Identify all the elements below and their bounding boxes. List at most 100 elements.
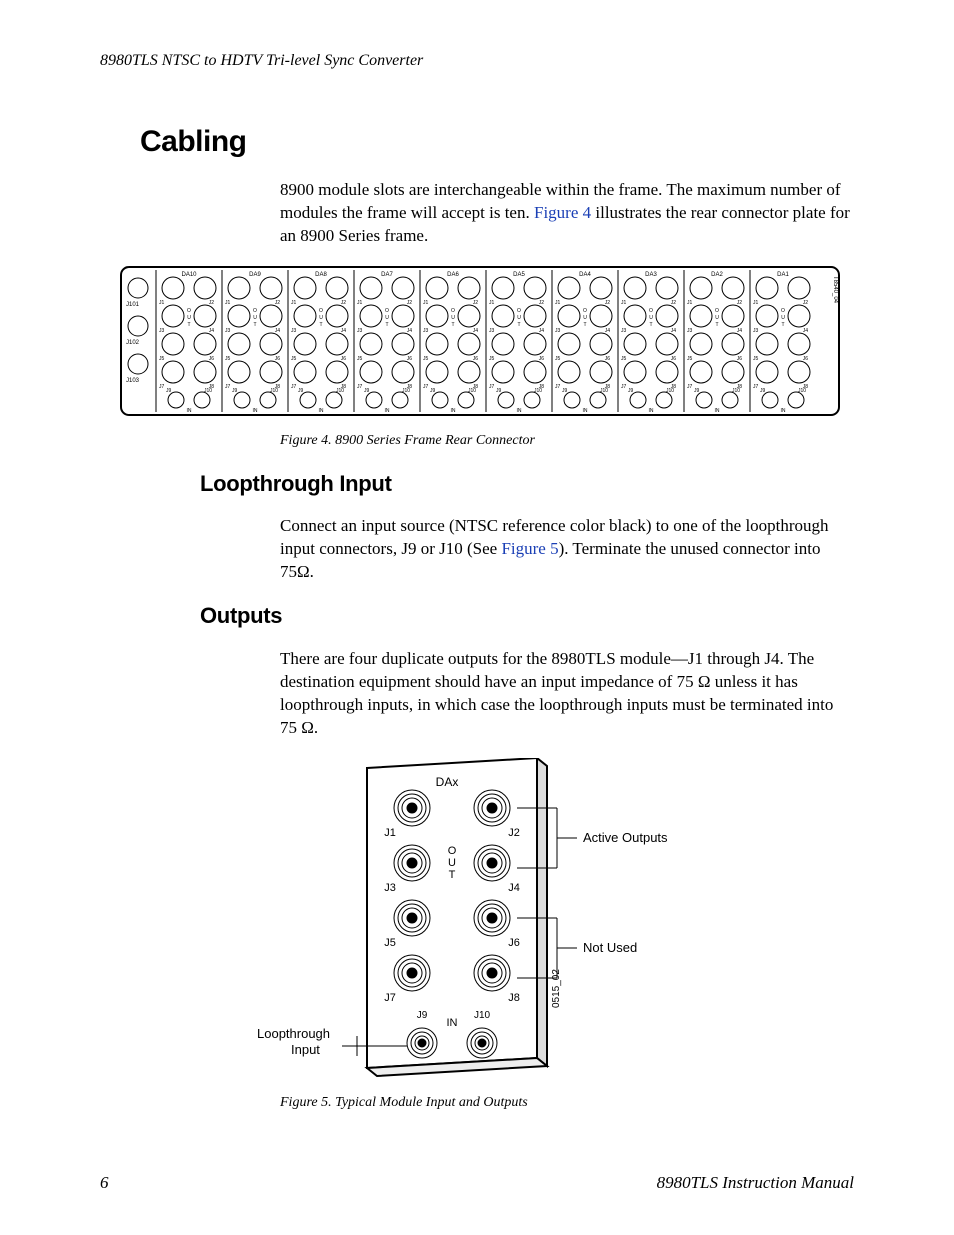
- svg-text:DA1: DA1: [777, 272, 789, 278]
- svg-text:J1: J1: [753, 300, 759, 306]
- svg-text:J9: J9: [298, 388, 304, 394]
- svg-text:U: U: [253, 315, 257, 321]
- svg-text:J2: J2: [209, 300, 215, 306]
- heading-outputs: Outputs: [200, 601, 854, 631]
- svg-text:Not Used: Not Used: [583, 940, 637, 955]
- svg-text:O: O: [187, 308, 191, 314]
- svg-text:IN: IN: [649, 408, 654, 414]
- svg-text:J10: J10: [534, 388, 542, 394]
- svg-text:DA4: DA4: [579, 272, 591, 278]
- svg-text:J3: J3: [225, 328, 231, 334]
- svg-text:U: U: [187, 315, 191, 321]
- svg-text:J9: J9: [364, 388, 370, 394]
- svg-text:Loopthrough Input: Loopthrough Input: [257, 1026, 334, 1057]
- svg-text:J3: J3: [555, 328, 561, 334]
- svg-text:J9: J9: [760, 388, 766, 394]
- svg-text:J9: J9: [496, 388, 502, 394]
- para-loopthrough: Connect an input source (NTSC reference …: [280, 515, 854, 584]
- svg-text:J9: J9: [562, 388, 568, 394]
- svg-text:J9: J9: [232, 388, 238, 394]
- svg-text:J7: J7: [384, 992, 396, 1004]
- svg-text:J2: J2: [605, 300, 611, 306]
- svg-text:J4: J4: [275, 328, 281, 334]
- svg-text:J7: J7: [753, 384, 759, 390]
- svg-text:U: U: [319, 315, 323, 321]
- svg-text:J5: J5: [753, 356, 759, 362]
- svg-text:J10: J10: [798, 388, 806, 394]
- svg-text:J5: J5: [384, 937, 396, 949]
- heading-loopthrough: Loopthrough Input: [200, 469, 854, 499]
- svg-text:U: U: [649, 315, 653, 321]
- figure5-caption: Figure 5. Typical Module Input and Outpu…: [280, 1094, 854, 1113]
- svg-text:J10: J10: [666, 388, 674, 394]
- svg-text:J101: J101: [126, 302, 140, 308]
- running-head: 8980TLS NTSC to HDTV Tri-level Sync Conv…: [100, 50, 854, 72]
- svg-text:J7: J7: [291, 384, 297, 390]
- svg-text:J5: J5: [159, 356, 165, 362]
- fig5-sidecode: 0515_02: [551, 968, 562, 1007]
- svg-text:J1: J1: [555, 300, 561, 306]
- svg-text:J10: J10: [468, 388, 476, 394]
- link-figure4[interactable]: Figure 4: [534, 203, 591, 222]
- svg-text:DA8: DA8: [315, 272, 327, 278]
- svg-text:J1: J1: [159, 300, 165, 306]
- svg-text:J6: J6: [209, 356, 215, 362]
- svg-text:J2: J2: [803, 300, 809, 306]
- svg-text:O: O: [517, 308, 521, 314]
- svg-text:J7: J7: [621, 384, 627, 390]
- svg-text:IN: IN: [517, 408, 522, 414]
- figure4: T8540_04 J101 J102 J103 DA10J1J2J3J4OUTJ…: [120, 266, 854, 426]
- svg-text:DA6: DA6: [447, 272, 459, 278]
- svg-text:J6: J6: [508, 937, 520, 949]
- svg-text:J3: J3: [357, 328, 363, 334]
- svg-text:IN: IN: [319, 408, 324, 414]
- svg-text:J4: J4: [209, 328, 215, 334]
- svg-text:U: U: [385, 315, 389, 321]
- figure5: DAx J1J2J3J4J5J6J7J8J9J10 O U T IN Activ…: [100, 758, 854, 1088]
- svg-text:J6: J6: [803, 356, 809, 362]
- svg-text:J5: J5: [225, 356, 231, 362]
- svg-text:U: U: [781, 315, 785, 321]
- svg-text:J4: J4: [407, 328, 413, 334]
- svg-text:IN: IN: [385, 408, 390, 414]
- svg-text:DA9: DA9: [249, 272, 261, 278]
- svg-text:J10: J10: [474, 1010, 491, 1021]
- svg-text:J7: J7: [423, 384, 429, 390]
- svg-text:IN: IN: [447, 1017, 458, 1029]
- link-figure5[interactable]: Figure 5: [501, 539, 558, 558]
- svg-text:J5: J5: [621, 356, 627, 362]
- svg-text:J10: J10: [732, 388, 740, 394]
- svg-text:J1: J1: [621, 300, 627, 306]
- svg-text:U: U: [448, 857, 456, 869]
- figure5-svg: DAx J1J2J3J4J5J6J7J8J9J10 O U T IN Activ…: [247, 758, 707, 1088]
- svg-text:J7: J7: [357, 384, 363, 390]
- svg-text:J1: J1: [423, 300, 429, 306]
- page: 8980TLS NTSC to HDTV Tri-level Sync Conv…: [0, 0, 954, 1235]
- svg-text:J6: J6: [539, 356, 545, 362]
- svg-text:T: T: [385, 322, 388, 328]
- figure4-svg: T8540_04 J101 J102 J103 DA10J1J2J3J4OUTJ…: [120, 266, 840, 426]
- svg-text:T: T: [187, 322, 190, 328]
- para-outputs: There are four duplicate outputs for the…: [280, 648, 854, 740]
- para-cabling: 8900 module slots are interchangeable wi…: [280, 179, 854, 248]
- svg-text:J3: J3: [423, 328, 429, 334]
- svg-text:J2: J2: [508, 827, 520, 839]
- svg-text:J10: J10: [270, 388, 278, 394]
- svg-text:J2: J2: [341, 300, 347, 306]
- svg-text:J2: J2: [473, 300, 479, 306]
- svg-text:T: T: [649, 322, 652, 328]
- page-number: 6: [100, 1172, 109, 1195]
- svg-text:O: O: [583, 308, 587, 314]
- svg-text:DA10: DA10: [181, 272, 197, 278]
- svg-text:T: T: [781, 322, 784, 328]
- svg-text:J5: J5: [555, 356, 561, 362]
- svg-text:J1: J1: [357, 300, 363, 306]
- svg-text:J5: J5: [687, 356, 693, 362]
- svg-text:IN: IN: [187, 408, 192, 414]
- svg-text:J1: J1: [384, 827, 396, 839]
- svg-text:O: O: [385, 308, 389, 314]
- svg-text:U: U: [451, 315, 455, 321]
- svg-text:J3: J3: [384, 882, 396, 894]
- svg-text:DA3: DA3: [645, 272, 657, 278]
- svg-text:T: T: [449, 869, 456, 881]
